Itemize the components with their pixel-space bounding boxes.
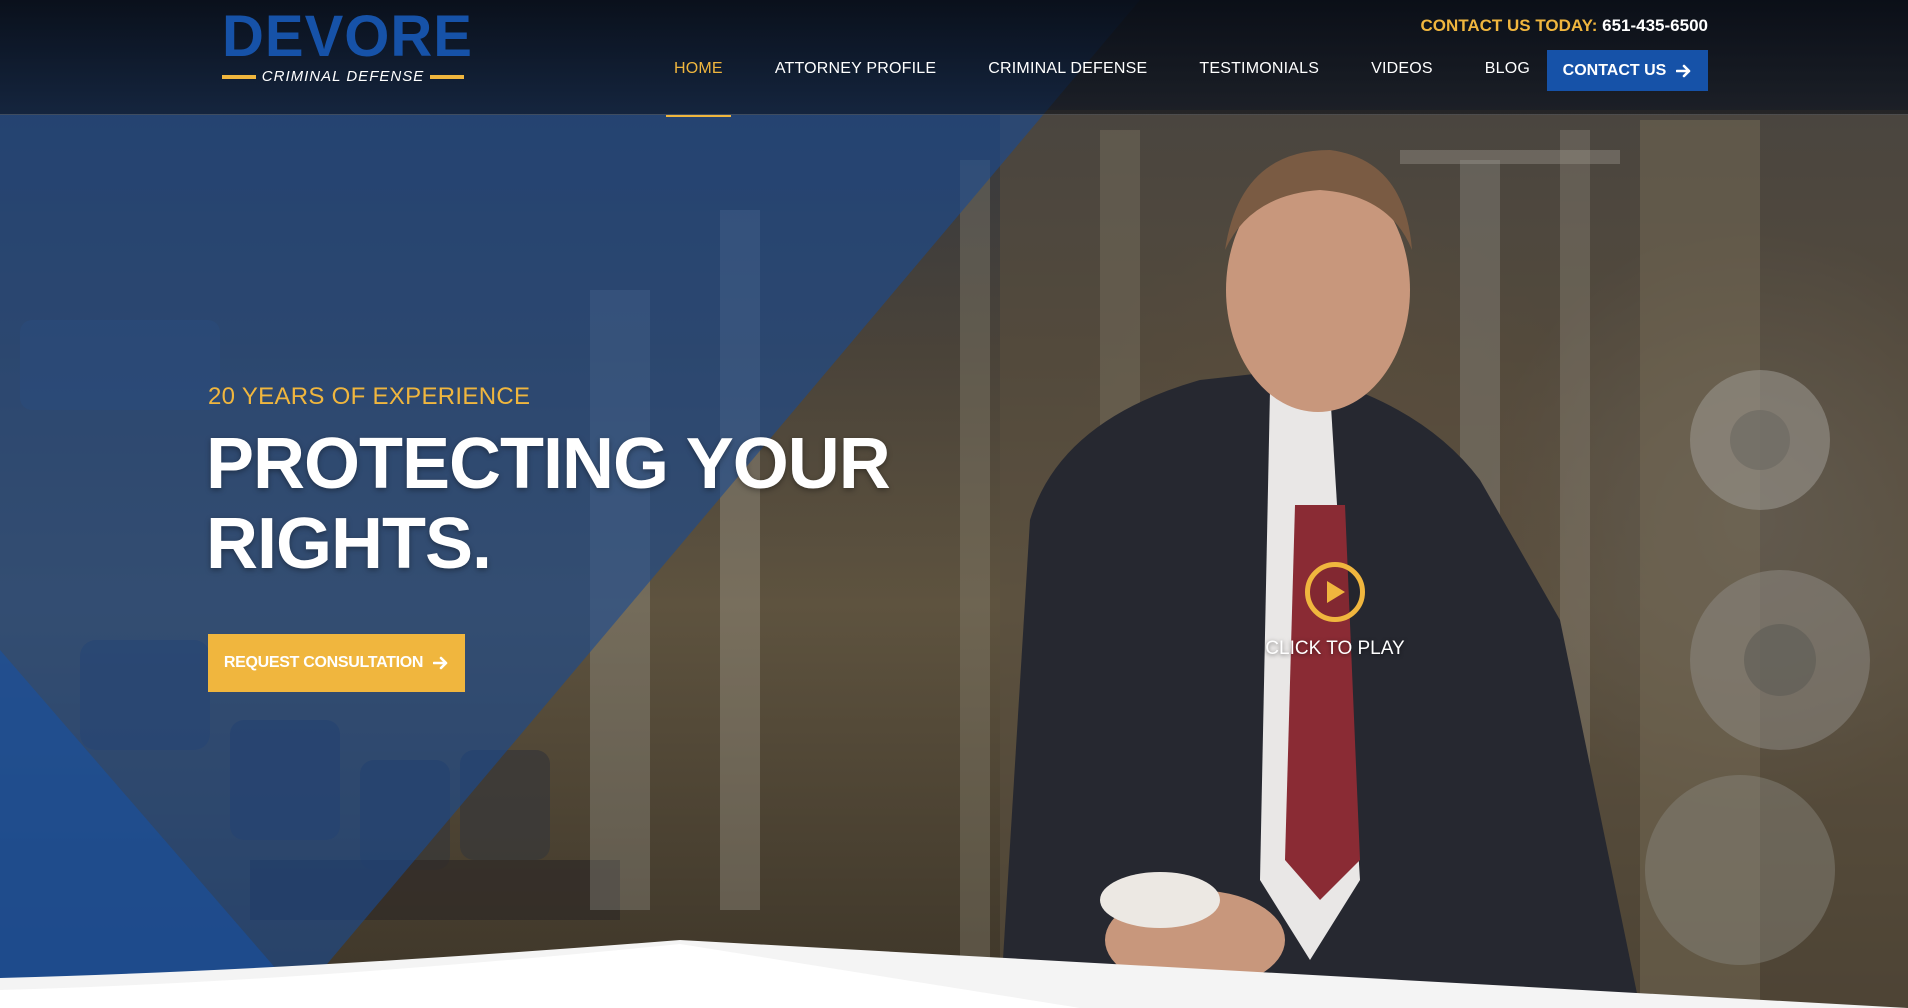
hero-section: DEVORE CRIMINAL DEFENSE CONTACT US TODAY… (0, 0, 1908, 1008)
logo-subtitle: CRIMINAL DEFENSE (261, 68, 425, 85)
logo-wordmark: DEVORE (222, 4, 473, 69)
section-divider-curve (0, 940, 1908, 1008)
logo-right-rule (429, 74, 464, 79)
request-consultation-label: REQUEST CONSULTATION (223, 654, 424, 671)
contact-today-label: CONTACT US TODAY: (1420, 16, 1598, 35)
nav-item-testimonials[interactable]: TESTIMONIALS (1191, 40, 1327, 115)
contact-today: CONTACT US TODAY: 651-435-6500 (1420, 16, 1708, 36)
play-icon (1327, 581, 1345, 603)
logo-subtitle-row: CRIMINAL DEFENSE (222, 68, 464, 85)
site-logo[interactable]: DEVORE CRIMINAL DEFENSE (222, 4, 473, 85)
contact-us-button[interactable]: CONTACT US (1547, 50, 1708, 91)
contact-us-label: CONTACT US (1562, 61, 1667, 79)
play-button[interactable] (1305, 562, 1365, 622)
hero-eyebrow: 20 YEARS OF EXPERIENCE (208, 383, 531, 410)
arrow-right-icon (433, 656, 448, 670)
contact-phone-link[interactable]: 651-435-6500 (1602, 16, 1708, 35)
hero-headline-line-2: RIGHTS. (206, 504, 492, 584)
arrow-right-icon (1676, 64, 1691, 77)
play-label: CLICK TO PLAY (1265, 638, 1405, 659)
logo-left-rule (222, 74, 256, 79)
nav-item-criminal-defense[interactable]: CRIMINAL DEFENSE (980, 40, 1155, 115)
video-play-control[interactable]: CLICK TO PLAY (1260, 562, 1410, 660)
nav-item-attorney-profile[interactable]: ATTORNEY PROFILE (767, 40, 944, 115)
nav-item-blog[interactable]: BLOG (1477, 40, 1538, 115)
nav-item-home[interactable]: HOME (666, 40, 731, 117)
hero-headline-line-1: PROTECTING YOUR (206, 424, 891, 504)
hero-headline: PROTECTING YOUR RIGHTS. (206, 424, 906, 584)
nav-item-videos[interactable]: VIDEOS (1363, 40, 1441, 115)
request-consultation-button[interactable]: REQUEST CONSULTATION (208, 634, 465, 692)
